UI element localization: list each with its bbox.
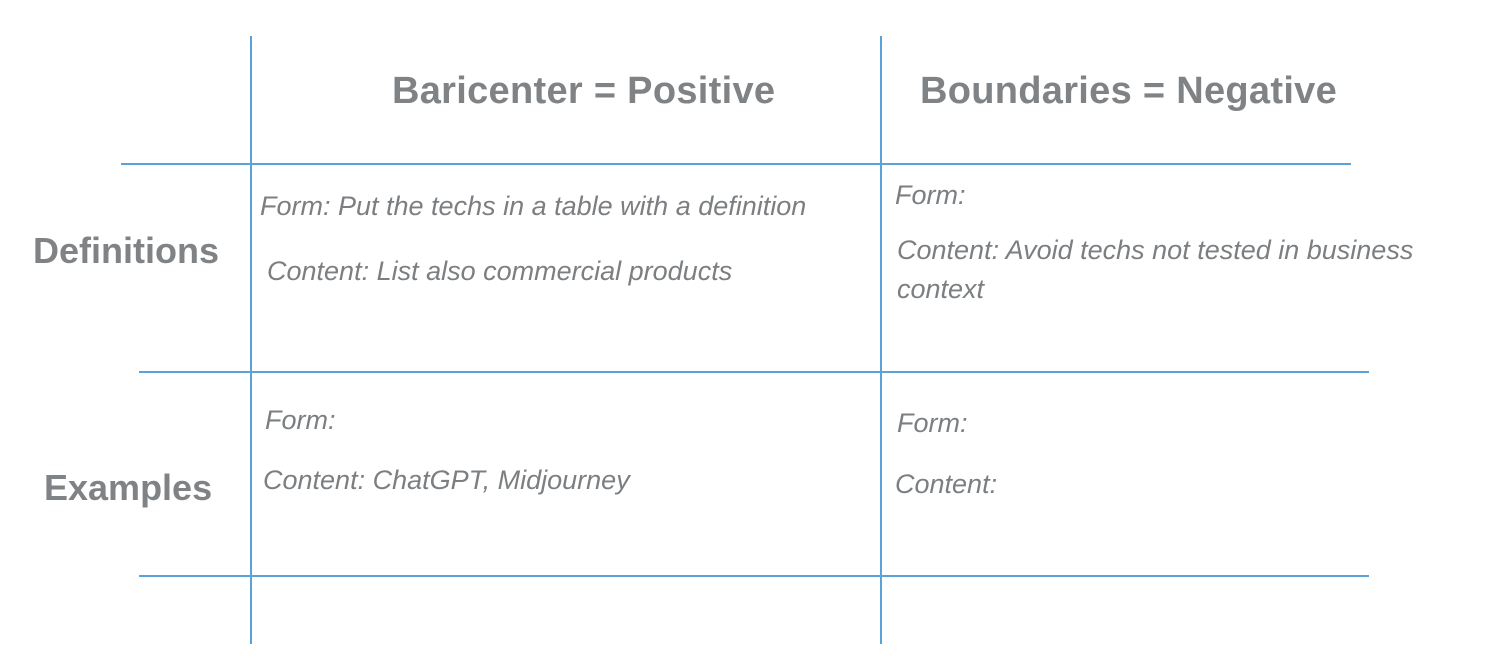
row-header-examples: Examples [44, 467, 213, 508]
definitions-negative-content-line2: context [897, 274, 985, 304]
examples-positive-content: Content: ChatGPT, Midjourney [263, 465, 630, 495]
examples-positive-form: Form: [265, 405, 336, 435]
grid-horizontal-line-bottom [139, 575, 1369, 577]
definitions-negative-content-line1: Content: Avoid techs not tested in busin… [897, 235, 1414, 265]
grid-vertical-line-middle [880, 36, 882, 644]
grid-vertical-line-left [250, 36, 252, 644]
definitions-positive-form: Form: Put the techs in a table with a de… [260, 191, 807, 221]
examples-negative-content: Content: [895, 469, 998, 499]
row-header-definitions: Definitions [33, 230, 219, 271]
grid-horizontal-line-header [121, 163, 1351, 165]
definitions-negative-form: Form: [895, 180, 966, 210]
column-header-negative: Boundaries = Negative [920, 70, 1338, 112]
definitions-positive-content: Content: List also commercial products [267, 256, 733, 286]
examples-negative-form: Form: [897, 408, 968, 438]
grid-horizontal-line-middle [139, 371, 1369, 373]
column-header-positive: Baricenter = Positive [392, 70, 776, 112]
